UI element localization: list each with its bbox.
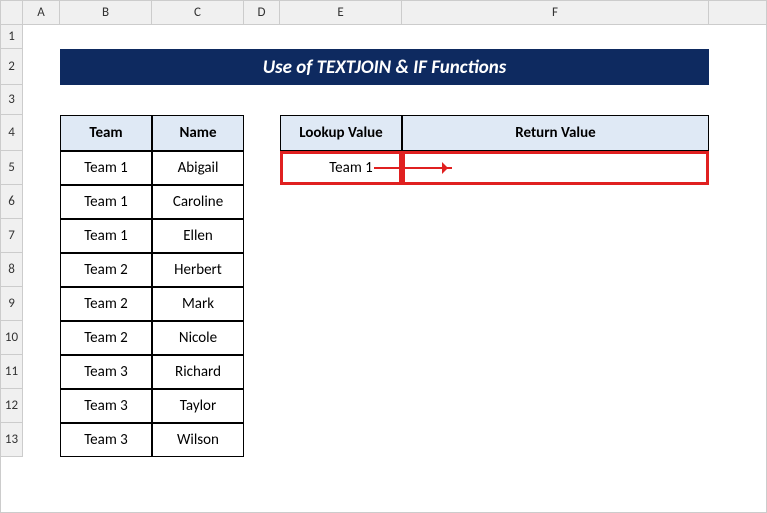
table-cell: Team 2 (60, 287, 152, 321)
table-cell: Wilson (152, 423, 244, 457)
col-header-C[interactable]: C (152, 1, 244, 24)
table-cell: Richard (152, 355, 244, 389)
row-header-4[interactable]: 4 (1, 115, 22, 151)
row-header-10[interactable]: 10 (1, 321, 22, 355)
row-header-5[interactable]: 5 (1, 151, 22, 185)
row-header-9[interactable]: 9 (1, 287, 22, 321)
arrow-annotation (374, 167, 452, 169)
table-cell: Ellen (152, 219, 244, 253)
col-header-B[interactable]: B (60, 1, 152, 24)
table-cell: Nicole (152, 321, 244, 355)
table-cell: Team 1 (60, 151, 152, 185)
col-header-F[interactable]: F (402, 1, 709, 24)
table-cell: Herbert (152, 253, 244, 287)
table-cell: Team 2 (60, 253, 152, 287)
table-cell: Caroline (152, 185, 244, 219)
table1-header-name: Name (152, 115, 244, 151)
table-cell: Team 3 (60, 355, 152, 389)
table1-header-team: Team (60, 115, 152, 151)
row-header-8[interactable]: 8 (1, 253, 22, 287)
row-header-3[interactable]: 3 (1, 85, 22, 115)
row-header-11[interactable]: 11 (1, 355, 22, 389)
table-cell: Team 3 (60, 423, 152, 457)
row-header-7[interactable]: 7 (1, 219, 22, 253)
cell-grid[interactable]: Use of TEXTJOIN & IF Functions Team Name… (23, 25, 766, 512)
row-header-13[interactable]: 13 (1, 423, 22, 457)
select-all-corner[interactable] (1, 1, 23, 25)
col-header-E[interactable]: E (280, 1, 402, 24)
table-cell: Mark (152, 287, 244, 321)
page-title: Use of TEXTJOIN & IF Functions (60, 49, 709, 85)
spreadsheet: ABCDEF 12345678910111213 Use of TEXTJOIN… (0, 0, 767, 513)
table2-header-lookup: Lookup Value (280, 115, 402, 151)
row-header-2[interactable]: 2 (1, 49, 22, 85)
column-headers: ABCDEF (23, 1, 766, 25)
table-cell: Team 1 (60, 219, 152, 253)
table-cell: Abigail (152, 151, 244, 185)
row-headers: 12345678910111213 (1, 25, 23, 457)
row-header-6[interactable]: 6 (1, 185, 22, 219)
table-cell: Team 1 (60, 185, 152, 219)
col-header-D[interactable]: D (244, 1, 280, 24)
row-header-12[interactable]: 12 (1, 389, 22, 423)
table-cell: Team 2 (60, 321, 152, 355)
col-header-A[interactable]: A (23, 1, 60, 24)
table-cell: Team 3 (60, 389, 152, 423)
table-cell: Taylor (152, 389, 244, 423)
table2-header-return: Return Value (402, 115, 709, 151)
row-header-1[interactable]: 1 (1, 25, 22, 49)
